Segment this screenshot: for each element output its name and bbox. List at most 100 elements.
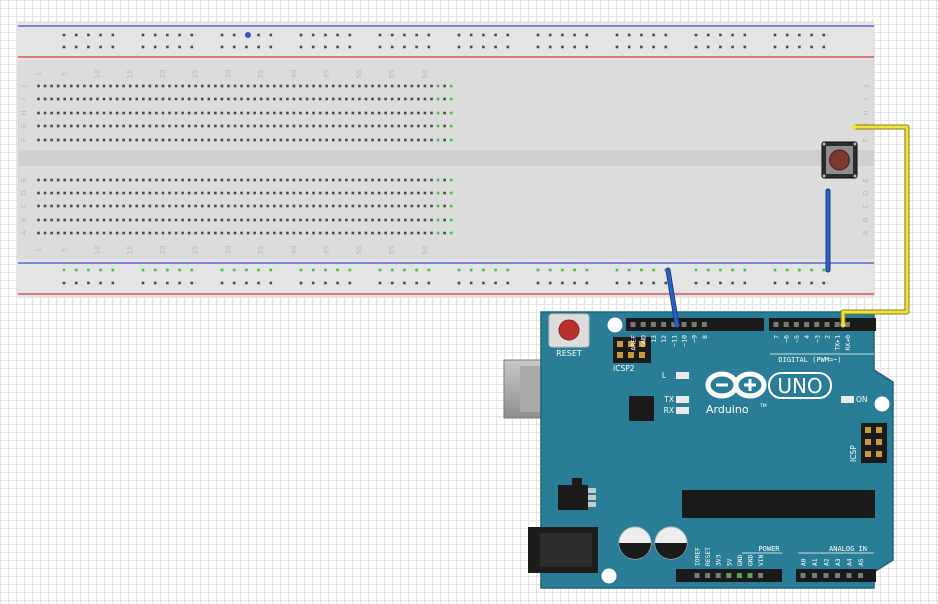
breadboard-hole <box>390 218 394 222</box>
rail-hole <box>336 281 339 285</box>
breadboard-hole <box>56 138 60 142</box>
digital-pin-socket[interactable] <box>630 322 636 327</box>
analog-pin-socket[interactable] <box>823 573 829 578</box>
breadboard-hole <box>338 218 342 222</box>
column-number: 50 <box>355 246 363 255</box>
breadboard-hole <box>371 84 374 88</box>
breadboard-hole <box>214 178 217 182</box>
breadboard-hole <box>187 84 191 88</box>
breadboard-hole <box>122 111 125 115</box>
breadboard-hole <box>351 111 355 115</box>
breadboard-hole <box>168 124 171 128</box>
rail-hole <box>822 281 826 285</box>
power-pin-socket[interactable] <box>747 573 753 578</box>
power-pin-socket[interactable] <box>715 573 721 578</box>
breadboard-hole <box>351 138 355 142</box>
breadboard-hole <box>364 124 368 128</box>
rail-hole <box>141 33 145 37</box>
power-pin-socket[interactable] <box>694 573 700 578</box>
rail-hole <box>548 33 552 37</box>
power-pin-socket[interactable] <box>705 573 711 578</box>
breadboard-hole <box>273 218 276 222</box>
digital-pin-socket[interactable] <box>661 322 667 327</box>
breadboard-hole <box>371 178 374 182</box>
row-letter: B <box>862 217 870 222</box>
breadboard-hole <box>430 124 433 128</box>
breadboard-hole <box>115 97 119 101</box>
circuit-canvas: 1155101015152020252530303535404045455050… <box>17 21 910 589</box>
power-pin-socket[interactable] <box>736 573 742 578</box>
breadboard-hole <box>390 204 394 208</box>
mounting-hole <box>601 568 617 584</box>
digital-pin-socket[interactable] <box>824 322 830 327</box>
rail-hole <box>427 33 431 37</box>
breadboard-hole <box>76 191 80 195</box>
breadboard[interactable]: 1155101015152020252530303535404045455050… <box>17 21 875 298</box>
breadboard-hole <box>292 178 296 182</box>
digital-pwm-label: DIGITAL (PWM=~) <box>778 356 841 364</box>
rail-hole <box>178 268 181 272</box>
breadboard-hole <box>377 231 381 235</box>
power-pin-socket[interactable] <box>726 573 732 578</box>
breadboard-hole <box>69 124 73 128</box>
digital-pin-socket[interactable] <box>650 322 656 327</box>
breadboard-hole <box>142 204 145 208</box>
breadboard-hole <box>43 191 47 195</box>
analog-pin-socket[interactable] <box>858 573 863 578</box>
pushbutton-corner <box>853 174 857 178</box>
power-pin-label: GND <box>737 554 744 566</box>
digital-pin-socket[interactable] <box>804 322 810 327</box>
breadboard-hole <box>200 178 204 182</box>
digital-pin-socket[interactable] <box>783 322 789 327</box>
power-pin-socket[interactable] <box>758 573 764 578</box>
reset-button[interactable] <box>558 319 580 341</box>
digital-pin-socket[interactable] <box>814 322 820 327</box>
digital-pin-socket[interactable] <box>844 322 850 327</box>
analog-pin-socket[interactable] <box>835 573 840 578</box>
rail-hole <box>731 33 734 37</box>
tactile-pushbutton[interactable] <box>821 141 858 179</box>
breadboard-hole <box>312 218 315 222</box>
breadboard-hole <box>384 84 387 88</box>
breadboard-hole <box>246 97 250 101</box>
breadboard-hole <box>299 218 302 222</box>
analog-pin-socket[interactable] <box>846 573 852 578</box>
analog-pin-socket[interactable] <box>800 573 806 578</box>
digital-pin-socket[interactable] <box>681 322 687 327</box>
rail-hole <box>269 33 273 37</box>
breadboard-hole <box>423 84 427 88</box>
breadboard-hole <box>443 218 446 222</box>
digital-pin-socket[interactable] <box>640 322 646 327</box>
rail-hole <box>743 281 747 285</box>
breadboard-hole <box>312 204 315 208</box>
digital-pin-socket[interactable] <box>691 322 697 327</box>
breadboard-hole <box>292 138 296 142</box>
digital-pin-socket[interactable] <box>793 322 799 327</box>
breadboard-hole <box>181 178 184 182</box>
breadboard-hole <box>404 111 407 115</box>
breadboard-hole <box>253 84 256 88</box>
rail-hole <box>220 281 224 285</box>
breadboard-hole <box>318 124 322 128</box>
arduino-uno-board[interactable]: RESET ICSP2 AREF GND 13 12 ~11 ~10 ~9 8 7 ~6 ~5 4 ~3… <box>503 311 894 589</box>
pushbutton-cap[interactable] <box>829 149 850 171</box>
digital-pin-socket[interactable] <box>773 322 779 327</box>
analog-pin-socket[interactable] <box>812 573 817 578</box>
digital-pin-socket[interactable] <box>701 322 707 327</box>
breadboard-hole <box>345 124 348 128</box>
breadboard-hole <box>279 124 283 128</box>
breadboard-hole <box>286 111 289 115</box>
breadboard-hole <box>102 178 106 182</box>
breadboard-hole <box>155 111 158 115</box>
rail-hole <box>640 268 643 272</box>
icsp-pin <box>865 439 871 445</box>
rail-hole <box>232 268 236 272</box>
breadboard-hole <box>377 191 381 195</box>
digital-pin-socket[interactable] <box>834 322 840 327</box>
rail-hole <box>627 281 631 285</box>
rail-hole <box>506 268 510 272</box>
selected-rail-hole[interactable] <box>245 32 251 38</box>
breadboard-hole <box>390 191 394 195</box>
rail-hole <box>390 268 394 272</box>
rail-hole <box>640 45 643 49</box>
